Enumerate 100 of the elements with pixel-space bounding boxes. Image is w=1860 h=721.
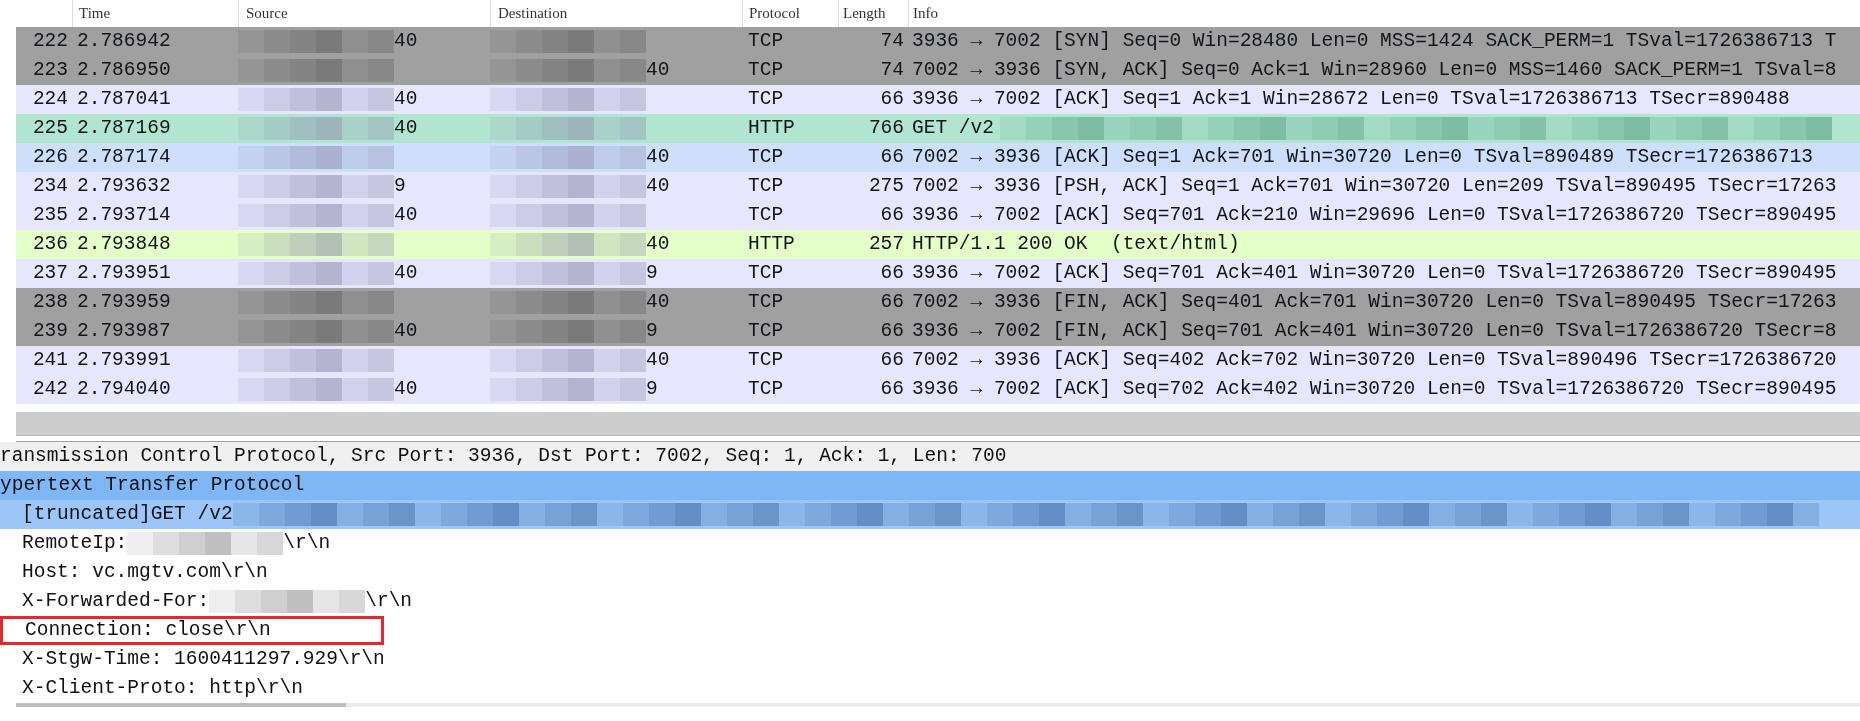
packet-info: GET /v2	[911, 116, 994, 141]
packet-row[interactable]: 239 2.793987 40 9 TCP 66 3936 → 7002 [FIN, ACK] Seq=701 Ack=401 Win=30720 Len=0 TSval=1726386720 TSecr=8	[16, 317, 1860, 346]
packet-length: 66	[879, 290, 905, 315]
packet-time: 2.793959	[76, 290, 172, 315]
source-address: 9	[394, 174, 406, 199]
packet-row[interactable]: 234 2.793632 9 40 TCP 275 7002 → 3936 [PSH, ACK] Seq=1 Ack=701 Win=30720 Len=209 TSval=890495 TSecr=17263	[16, 172, 1860, 201]
packet-info: 3936 → 7002 [ACK] Seq=701 Ack=210 Win=29696 Len=0 TSval=1726386720 TSecr=890495	[911, 203, 1837, 228]
packet-length: 74	[879, 58, 905, 83]
packet-number: 238	[31, 290, 69, 315]
packet-row[interactable]: 226 2.787174 40 TCP 66 7002 → 3936 [ACK] Seq=1 Ack=701 Win=30720 Len=0 TSval=890489 TSecr=1726386713	[16, 143, 1860, 172]
packet-time: 2.794040	[76, 377, 172, 402]
destination-address: 40	[646, 174, 670, 199]
detail-line[interactable]: X-Forwarded-For: \r\n	[0, 587, 413, 616]
protocol: TCP	[747, 319, 785, 344]
protocol: TCP	[747, 87, 785, 112]
packet-length: 66	[879, 203, 905, 228]
protocol: TCP	[747, 203, 785, 228]
packet-time: 2.786950	[76, 58, 172, 83]
packet-row[interactable]: 235 2.793714 40 TCP 66 3936 → 7002 [ACK] Seq=701 Ack=210 Win=29696 Len=0 TSval=1726386720 TSecr=890495	[16, 201, 1860, 230]
source-address: 40	[394, 87, 418, 112]
source-address: 40	[394, 261, 418, 286]
packet-number: 223	[31, 58, 69, 83]
packet-info: 3936 → 7002 [SYN] Seq=0 Win=28480 Len=0 MSS=1424 SACK_PERM=1 TSval=1726386713 T	[911, 29, 1837, 54]
detail-line[interactable]: X-Stgw-Time: 1600411297.929\r\n	[0, 645, 385, 674]
destination-address: 40	[646, 348, 670, 373]
packet-row[interactable]: 238 2.793959 40 TCP 66 7002 → 3936 [FIN, ACK] Seq=401 Ack=701 Win=30720 Len=0 TSval=890495 TSecr=17263	[16, 288, 1860, 317]
destination-address: 40	[646, 232, 670, 257]
packet-time: 2.793991	[76, 348, 172, 373]
protocol: TCP	[747, 348, 785, 373]
destination-address: 9	[646, 377, 658, 402]
packet-time: 2.787041	[76, 87, 172, 112]
protocol: HTTP	[747, 232, 796, 257]
packet-length: 66	[879, 348, 905, 373]
source-address: 40	[394, 29, 418, 54]
detail-text: X-Forwarded-For:	[22, 588, 210, 614]
packet-time: 2.793987	[76, 319, 172, 344]
source-address: 40	[394, 319, 418, 344]
packet-row[interactable]: 222 2.786942 40 TCP 74 3936 → 7002 [SYN] Seq=0 Win=28480 Len=0 MSS=1424 SACK_PERM=1 TSval=1726386713 T	[16, 27, 1860, 56]
protocol: TCP	[747, 377, 785, 402]
packet-length: 66	[879, 377, 905, 402]
packet-length: 66	[879, 319, 905, 344]
destination-address: 40	[646, 58, 670, 83]
source-address: 40	[394, 377, 418, 402]
packet-row[interactable]: 236 2.793848 40 HTTP 257 HTTP/1.1 200 OK (text/html)	[16, 230, 1860, 259]
detail-line[interactable]: ypertext Transfer Protocol	[0, 471, 305, 500]
packet-number: 234	[31, 174, 69, 199]
packet-row[interactable]: 223 2.786950 40 TCP 74 7002 → 3936 [SYN, ACK] Seq=0 Ack=1 Win=28960 Len=0 MSS=1460 SACK_PERM=1 TSval=8	[16, 56, 1860, 85]
protocol: TCP	[747, 174, 785, 199]
packet-time: 2.787174	[76, 145, 172, 170]
protocol: TCP	[747, 29, 785, 54]
packet-number: 239	[31, 319, 69, 344]
detail-line[interactable]: Host: vc.mgtv.com\r\n	[0, 558, 268, 587]
packet-row[interactable]: 225 2.787169 40 HTTP 766 GET /v2	[16, 114, 1860, 143]
horizontal-scrollbar[interactable]	[16, 412, 1860, 436]
protocol: HTTP	[747, 116, 796, 141]
packet-length: 66	[879, 261, 905, 286]
destination-address: 40	[646, 290, 670, 315]
packet-number: 224	[31, 87, 69, 112]
packet-info: 7002 → 3936 [PSH, ACK] Seq=1 Ack=701 Win=30720 Len=209 TSval=890495 TSecr=17263	[911, 174, 1837, 199]
protocol: TCP	[747, 290, 785, 315]
packet-time: 2.793632	[76, 174, 172, 199]
packet-time: 2.793714	[76, 203, 172, 228]
packet-number: 235	[31, 203, 69, 228]
packet-info: 3936 → 7002 [ACK] Seq=701 Ack=401 Win=30720 Len=0 TSval=1726386720 TSecr=890495	[911, 261, 1837, 286]
packet-number: 226	[31, 145, 69, 170]
detail-line[interactable]: X-Client-Proto: http\r\n	[0, 674, 303, 703]
protocol: TCP	[747, 145, 785, 170]
destination-address: 40	[646, 145, 670, 170]
packet-length: 66	[879, 87, 905, 112]
packet-number: 237	[31, 261, 69, 286]
detail-line[interactable]: RemoteIp: \r\n	[0, 529, 331, 558]
packet-time: 2.793848	[76, 232, 172, 257]
packet-row[interactable]: 237 2.793951 40 9 TCP 66 3936 → 7002 [ACK] Seq=701 Ack=401 Win=30720 Len=0 TSval=1726386720 TSecr=890495	[16, 259, 1860, 288]
detail-text: \r\n	[283, 530, 331, 556]
destination-address: 9	[646, 261, 658, 286]
packet-row[interactable]: 241 2.793991 40 TCP 66 7002 → 3936 [ACK] Seq=402 Ack=702 Win=30720 Len=0 TSval=890496 TSecr=1726386720	[16, 346, 1860, 375]
packet-info: 7002 → 3936 [SYN, ACK] Seq=0 Ack=1 Win=28960 Len=0 MSS=1460 SACK_PERM=1 TSval=8	[911, 58, 1837, 83]
packet-info: 7002 → 3936 [ACK] Seq=402 Ack=702 Win=30720 Len=0 TSval=890496 TSecr=1726386720	[911, 348, 1837, 373]
packet-number: 242	[31, 377, 69, 402]
packet-info: 3936 → 7002 [ACK] Seq=1 Ack=1 Win=28672 Len=0 TSval=1726386713 TSecr=890488	[911, 87, 1790, 112]
packet-row[interactable]: 224 2.787041 40 TCP 66 3936 → 7002 [ACK] Seq=1 Ack=1 Win=28672 Len=0 TSval=1726386713 TSecr=890488	[16, 85, 1860, 114]
packet-number: 241	[31, 348, 69, 373]
packet-number: 236	[31, 232, 69, 257]
packet-length: 275	[867, 174, 905, 199]
packet-length: 66	[879, 145, 905, 170]
detail-text: \r\n	[365, 588, 413, 614]
packet-info: 7002 → 3936 [ACK] Seq=1 Ack=701 Win=30720 Len=0 TSval=890489 TSecr=1726386713	[911, 145, 1814, 170]
packet-info: 3936 → 7002 [FIN, ACK] Seq=701 Ack=401 Win=30720 Len=0 TSval=1726386720 TSecr=8	[911, 319, 1837, 344]
protocol: TCP	[747, 58, 785, 83]
detail-text: [truncated]GET /v2	[22, 501, 233, 527]
packet-row[interactable]: 242 2.794040 40 9 TCP 66 3936 → 7002 [ACK] Seq=702 Ack=402 Win=30720 Len=0 TSval=1726386720 TSecr=890495	[16, 375, 1860, 404]
packet-time: 2.793951	[76, 261, 172, 286]
packet-time: 2.786942	[76, 29, 172, 54]
packet-info: HTTP/1.1 200 OK (text/html)	[911, 232, 1240, 257]
protocol: TCP	[747, 261, 785, 286]
scrollbar-thumb[interactable]	[16, 703, 346, 707]
packet-info: 3936 → 7002 [ACK] Seq=702 Ack=402 Win=30720 Len=0 TSval=1726386720 TSecr=890495	[911, 377, 1837, 402]
packet-number: 222	[31, 29, 69, 54]
source-address: 40	[394, 203, 418, 228]
destination-address: 9	[646, 319, 658, 344]
